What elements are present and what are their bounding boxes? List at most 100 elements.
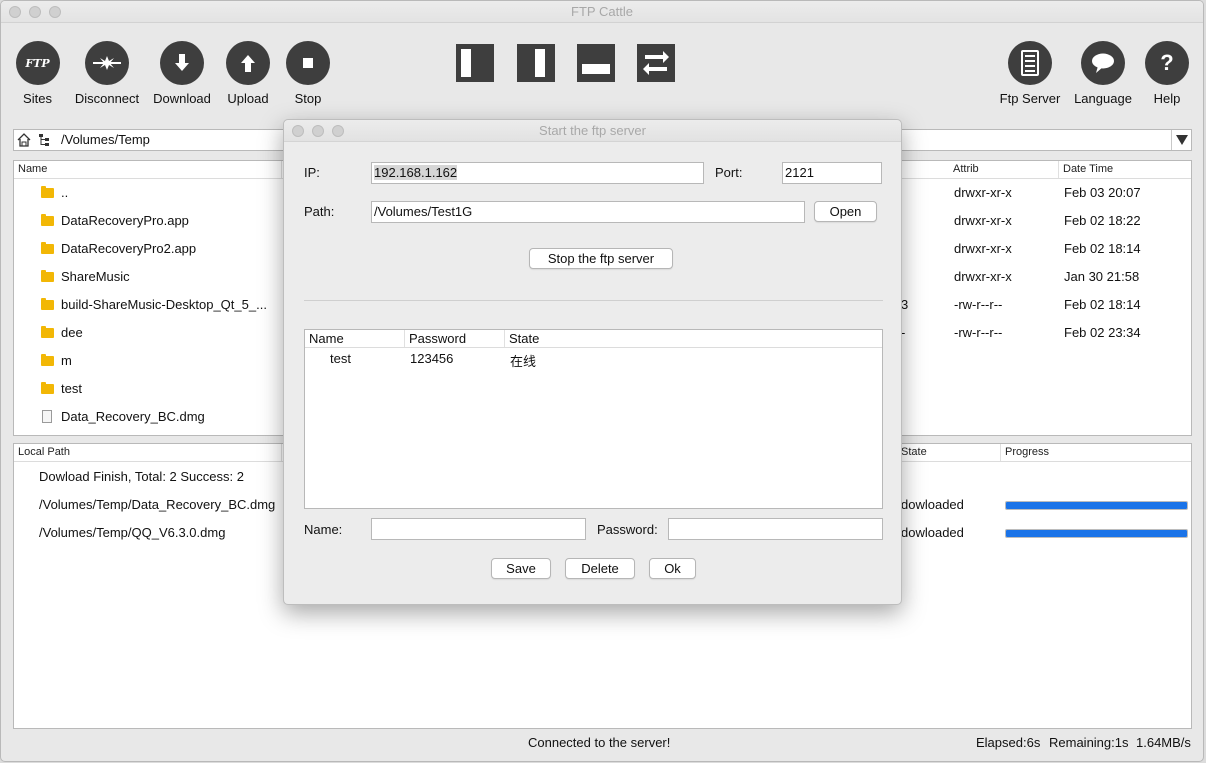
user-state: 在线 [510, 355, 537, 370]
user-column-state[interactable]: State [505, 330, 884, 347]
file-datetime: Feb 02 18:14 [1064, 297, 1141, 312]
dialog-title: Start the ftp server [539, 123, 646, 138]
stop-server-button[interactable]: Stop the ftp server [529, 248, 673, 269]
port-input[interactable]: 2121 [782, 162, 882, 184]
disconnect-button[interactable]: Disconnect [71, 41, 143, 106]
transfer-path: /Volumes/Temp/QQ_V6.3.0.dmg [39, 525, 226, 540]
server-path-input[interactable]: /Volumes/Test1G [371, 201, 805, 223]
transfer-path: /Volumes/Temp/Data_Recovery_BC.dmg [39, 497, 276, 512]
transfer-state: dowloaded [901, 497, 964, 512]
stop-square-icon [286, 41, 330, 85]
ftp-sites-icon: FTP [15, 41, 60, 85]
divider [304, 300, 883, 301]
user-column-name[interactable]: Name [305, 330, 405, 347]
upload-label: Upload [227, 91, 269, 106]
open-button[interactable]: Open [814, 201, 877, 222]
sites-button[interactable]: FTP Sites [15, 41, 60, 106]
status-message: Connected to the server! [528, 735, 671, 750]
folder-icon [41, 326, 54, 338]
layout-right-pane-icon[interactable] [517, 44, 555, 82]
ip-input[interactable]: 192.168.1.162 [371, 162, 704, 184]
folder-icon [41, 354, 54, 366]
upload-arrow-icon [226, 41, 270, 85]
folder-icon [41, 298, 54, 310]
file-attrib: drwxr-xr-x [954, 241, 1012, 256]
sites-label: Sites [23, 91, 52, 106]
remaining-time: Remaining:1s [1049, 735, 1129, 750]
column-datetime[interactable]: Date Time [1059, 161, 1193, 178]
ok-button[interactable]: Ok [649, 558, 696, 579]
window-title: FTP Cattle [571, 4, 633, 19]
delete-button[interactable]: Delete [565, 558, 635, 579]
folder-icon [41, 242, 54, 254]
file-name: Data_Recovery_BC.dmg [61, 409, 205, 424]
ftp-server-button[interactable]: Ftp Server [997, 41, 1063, 106]
layout-bottom-pane-icon[interactable] [577, 44, 615, 82]
server-icon [1008, 41, 1052, 85]
user-name-input[interactable] [371, 518, 586, 540]
column-local-path[interactable]: Local Path [14, 444, 282, 461]
home-icon[interactable] [17, 133, 31, 147]
file-name: m [61, 353, 72, 368]
save-button[interactable]: Save [491, 558, 551, 579]
folder-icon [41, 214, 54, 226]
title-bar: FTP Cattle [1, 1, 1203, 23]
ftp-server-label: Ftp Server [999, 91, 1061, 106]
file-datetime: Jan 30 21:58 [1064, 269, 1140, 284]
file-name: ShareMusic [61, 269, 130, 284]
column-name[interactable]: Name [14, 161, 282, 178]
folder-icon [41, 270, 54, 282]
column-attrib[interactable]: Attrib [949, 161, 1059, 178]
file-name: DataRecoveryPro.app [61, 213, 189, 228]
help-question-icon: ? [1145, 41, 1189, 85]
file-attrib: drwxr-xr-x [954, 269, 1012, 284]
transfer-state: dowloaded [901, 525, 964, 540]
file-name: .. [61, 185, 69, 200]
download-button[interactable]: Download [151, 41, 213, 106]
path-dropdown-button[interactable] [1171, 130, 1191, 150]
help-button[interactable]: ? Help [1145, 41, 1189, 106]
file-name: DataRecoveryPro2.app [61, 241, 197, 256]
close-window-button[interactable] [9, 6, 21, 18]
folder-icon [41, 382, 54, 394]
help-label: Help [1153, 91, 1181, 106]
language-button[interactable]: Language [1071, 41, 1135, 106]
language-label: Language [1074, 91, 1132, 106]
user-password-input[interactable] [668, 518, 883, 540]
column-progress[interactable]: Progress [1001, 444, 1193, 461]
transfer-speed: 1.64MB/s [1136, 735, 1191, 750]
directory-tree-icon[interactable] [38, 133, 52, 147]
column-state[interactable]: State [897, 444, 1001, 461]
user-password: 123456 [410, 351, 454, 366]
dialog-zoom-button[interactable] [332, 125, 344, 137]
user-row[interactable]: test 123456 在线 [305, 349, 882, 370]
elapsed-time: Elapsed:6s [976, 735, 1041, 750]
file-datetime: Feb 03 20:07 [1064, 185, 1141, 200]
dialog-close-button[interactable] [292, 125, 304, 137]
file-datetime: Feb 02 23:34 [1064, 325, 1141, 340]
speech-bubble-icon [1081, 41, 1125, 85]
file-size-fragment: 3 [901, 297, 909, 312]
path-label: Path: [304, 204, 335, 219]
upload-button[interactable]: Upload [225, 41, 271, 106]
transfer-progress-bar [1005, 529, 1188, 538]
ip-value: 192.168.1.162 [374, 165, 458, 180]
user-table[interactable]: Name Password State test 123456 在线 [304, 329, 883, 509]
file-icon [42, 410, 52, 423]
minimize-window-button[interactable] [29, 6, 41, 18]
swap-panes-icon[interactable] [637, 44, 675, 82]
dialog-title-bar: Start the ftp server [284, 120, 901, 142]
stop-button[interactable]: Stop [286, 41, 330, 106]
user-column-password[interactable]: Password [405, 330, 505, 347]
download-label: Download [153, 91, 211, 106]
dialog-minimize-button[interactable] [312, 125, 324, 137]
file-attrib: -rw-r--r-- [954, 325, 1003, 340]
zoom-window-button[interactable] [49, 6, 61, 18]
port-label: Port: [715, 165, 743, 180]
layout-left-pane-icon[interactable] [456, 44, 494, 82]
file-attrib: -rw-r--r-- [954, 297, 1003, 312]
current-path[interactable]: /Volumes/Temp [61, 132, 150, 147]
transfer-summary: Dowload Finish, Total: 2 Success: 2 [39, 469, 244, 484]
disconnect-icon [85, 41, 129, 85]
chevron-down-icon [1175, 135, 1188, 145]
